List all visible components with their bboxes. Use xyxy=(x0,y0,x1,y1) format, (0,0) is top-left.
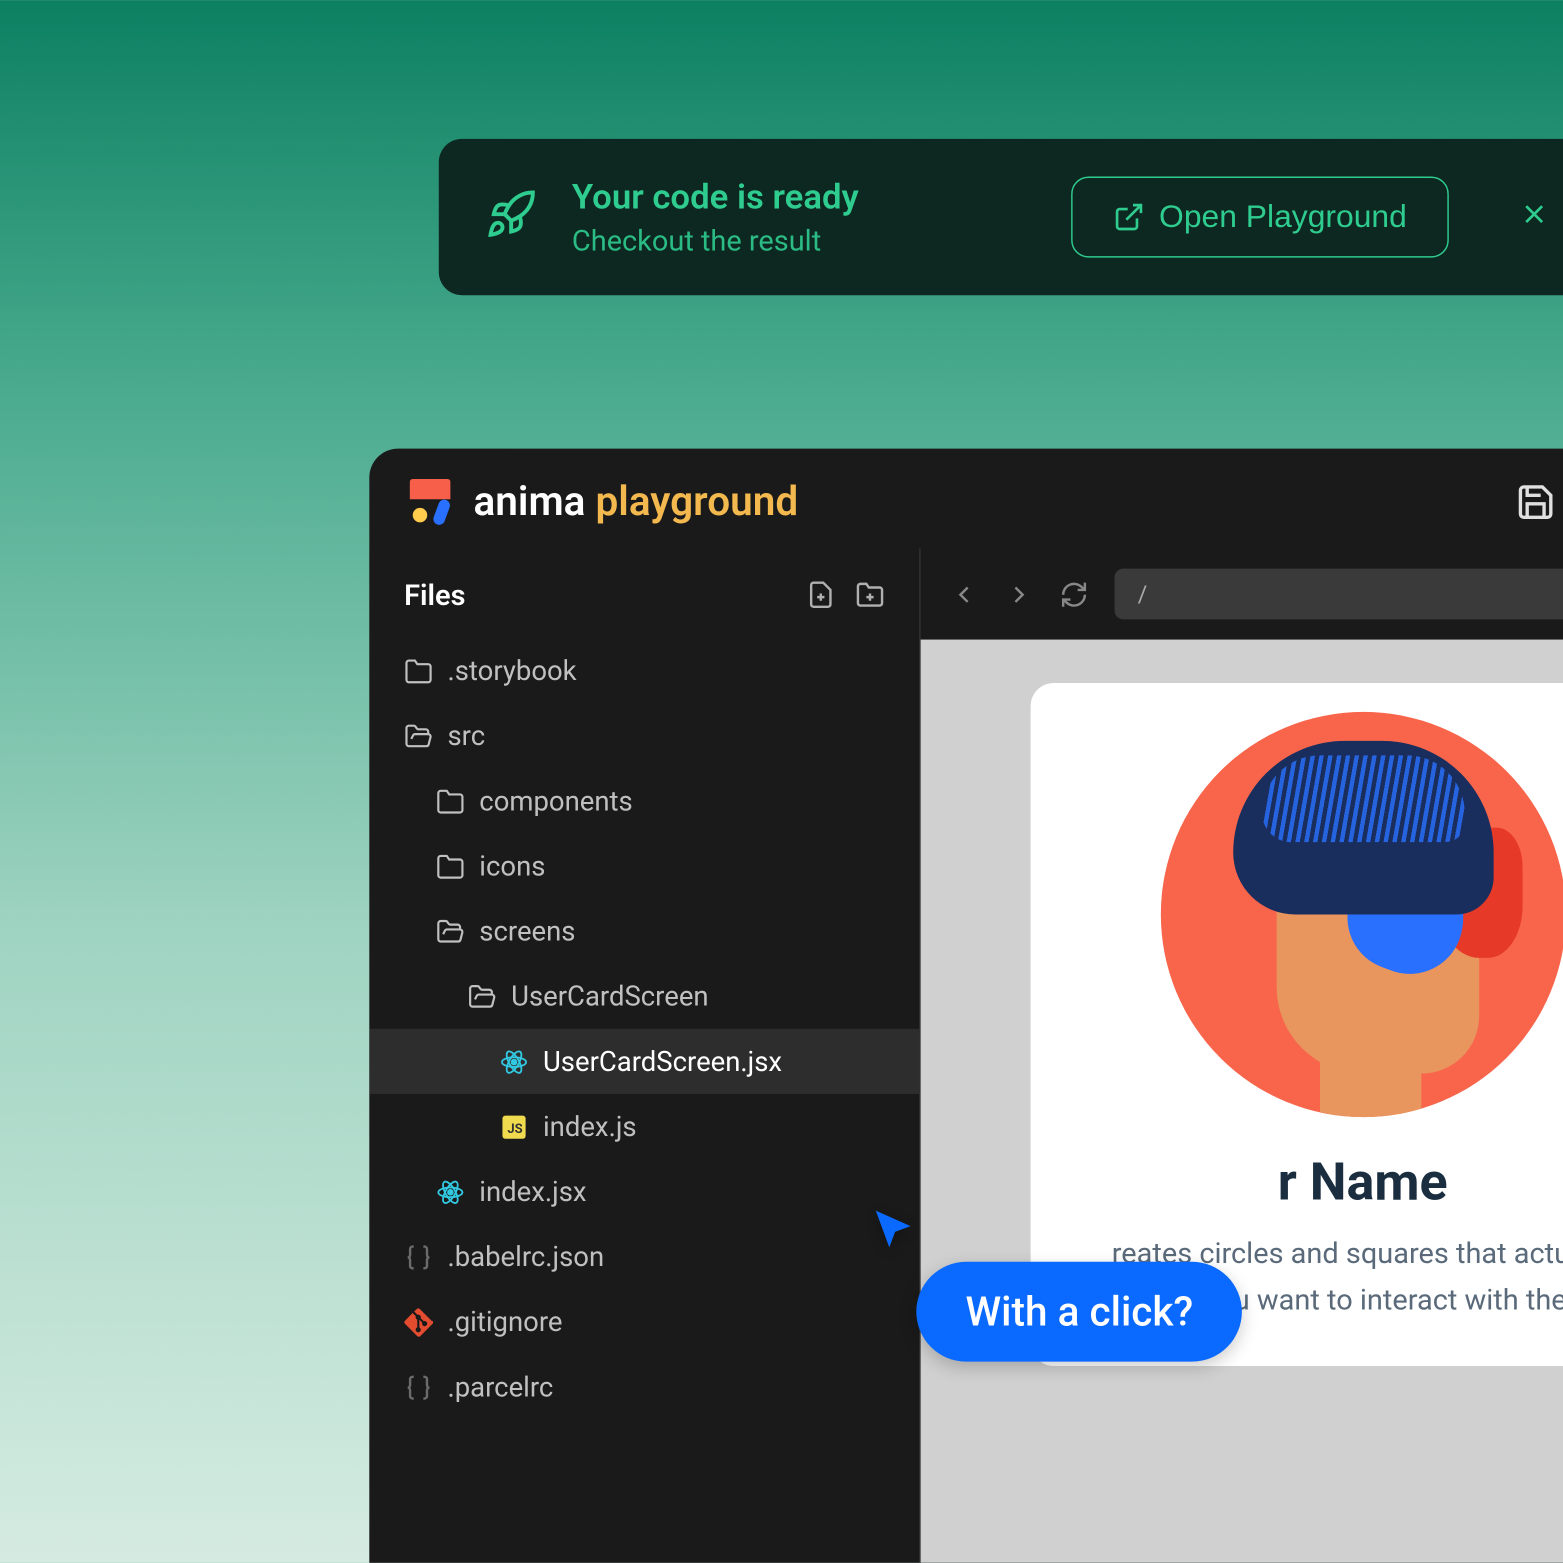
annotation-pill: With a click? xyxy=(916,1262,1242,1362)
new-file-icon[interactable] xyxy=(806,580,835,609)
file-item-index-js[interactable]: JS index.js xyxy=(369,1094,919,1159)
file-label: index.js xyxy=(542,1110,636,1143)
file-label: icons xyxy=(479,849,545,882)
toast-text: Your code is ready Checkout the result xyxy=(571,177,1035,258)
file-label: UserCardScreen.jsx xyxy=(542,1045,781,1078)
folder-icon xyxy=(435,852,464,881)
brand-accent: playground xyxy=(595,478,798,526)
file-sidebar: Files .storybook xyxy=(369,548,919,1562)
folder-open-icon xyxy=(467,982,496,1011)
anima-logo-icon xyxy=(409,478,455,524)
card-title: r Name xyxy=(1081,1152,1563,1213)
preview-viewport: r Name reates circles and squares that a… xyxy=(920,640,1563,1563)
back-icon[interactable] xyxy=(949,580,978,609)
preview-panel: / r Name reates circles and squares that… xyxy=(919,548,1563,1562)
file-label: .gitignore xyxy=(447,1305,562,1338)
new-folder-icon[interactable] xyxy=(855,580,884,609)
file-item-usercardscreen-jsx[interactable]: UserCardScreen.jsx xyxy=(369,1029,919,1094)
reload-icon[interactable] xyxy=(1059,580,1088,609)
react-icon xyxy=(499,1047,528,1076)
file-label: .storybook xyxy=(447,654,576,687)
url-bar[interactable]: / xyxy=(1114,569,1563,620)
brand-name: anima playground xyxy=(473,478,798,526)
file-item-usercardscreen-folder[interactable]: UserCardScreen xyxy=(369,964,919,1029)
avatar-illustration xyxy=(1160,712,1563,1117)
react-icon xyxy=(435,1177,464,1206)
rocket-icon xyxy=(485,188,537,246)
folder-icon xyxy=(435,786,464,815)
file-item-storybook[interactable]: .storybook xyxy=(369,638,919,703)
file-item-components[interactable]: components xyxy=(369,768,919,833)
editor-header: anima playground xyxy=(369,449,1563,549)
js-icon: JS xyxy=(499,1112,528,1141)
file-item-src[interactable]: src xyxy=(369,703,919,768)
open-playground-button[interactable]: Open Playground xyxy=(1070,177,1448,258)
braces-icon xyxy=(404,1372,433,1401)
cursor-icon xyxy=(869,1207,915,1253)
preview-toolbar: / xyxy=(920,548,1563,639)
file-item-parcelrc[interactable]: .parcelrc xyxy=(369,1354,919,1419)
toast-title: Your code is ready xyxy=(571,177,1035,218)
sidebar-title: Files xyxy=(404,577,465,612)
file-label: components xyxy=(479,784,632,817)
file-label: UserCardScreen xyxy=(511,980,708,1013)
sidebar-header: Files xyxy=(369,577,919,629)
file-label: screens xyxy=(479,915,575,948)
open-playground-label: Open Playground xyxy=(1159,198,1407,236)
git-icon xyxy=(404,1307,433,1336)
toast-notification: Your code is ready Checkout the result O… xyxy=(438,139,1563,295)
save-icon[interactable] xyxy=(1515,481,1556,522)
file-label: .babelrc.json xyxy=(447,1240,604,1273)
file-item-gitignore[interactable]: .gitignore xyxy=(369,1289,919,1354)
toast-subtitle: Checkout the result xyxy=(571,223,1035,258)
editor-window: anima playground Files xyxy=(369,449,1563,1563)
header-actions xyxy=(1515,481,1563,522)
file-label: src xyxy=(447,719,485,752)
file-label: index.jsx xyxy=(479,1175,586,1208)
folder-open-icon xyxy=(404,721,433,750)
folder-icon xyxy=(404,656,433,685)
braces-icon xyxy=(404,1242,433,1271)
file-tree: .storybook src components icons xyxy=(369,629,919,1419)
file-label: .parcelrc xyxy=(447,1370,553,1403)
forward-icon[interactable] xyxy=(1004,580,1033,609)
file-item-icons[interactable]: icons xyxy=(369,833,919,898)
file-item-index-jsx[interactable]: index.jsx xyxy=(369,1159,919,1224)
folder-open-icon xyxy=(435,917,464,946)
file-item-screens[interactable]: screens xyxy=(369,899,919,964)
close-toast-button[interactable] xyxy=(1506,194,1561,240)
file-item-babelrc[interactable]: .babelrc.json xyxy=(369,1224,919,1289)
